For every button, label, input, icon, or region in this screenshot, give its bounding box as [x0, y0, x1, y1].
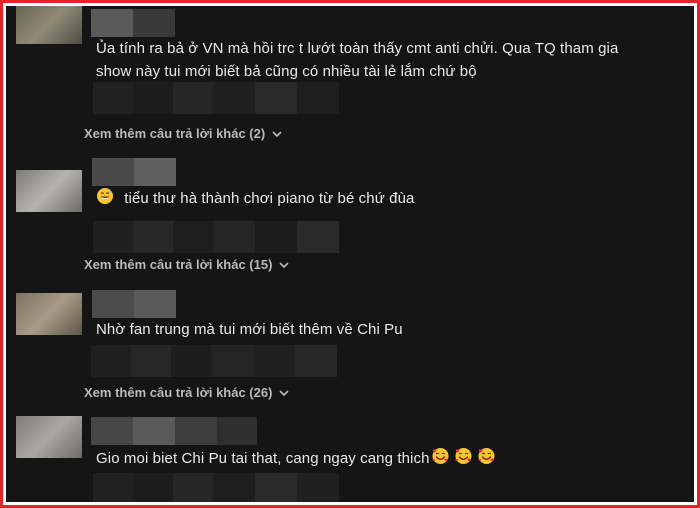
- comment-body: tiểu thư hà thành chơi piano từ bé chứ đ…: [124, 190, 415, 207]
- avatar[interactable]: [16, 293, 82, 335]
- comment-meta-blurred: [93, 221, 339, 253]
- smiling-face-with-hearts-emoji-icon: [477, 448, 495, 464]
- comment-text: Gio moi biet Chi Pu tai that, cang ngay …: [96, 447, 656, 470]
- comment-text: tiểu thư hà thành chơi piano từ bé chứ đ…: [96, 187, 656, 210]
- chevron-down-icon: [280, 390, 289, 396]
- username-blurred[interactable]: [91, 9, 175, 37]
- comment-meta-blurred: [93, 82, 339, 114]
- avatar[interactable]: [16, 170, 82, 212]
- chevron-down-icon: [272, 131, 282, 137]
- smiling-face-with-hearts-emoji-icon: [454, 448, 472, 464]
- comment-text: Nhờ fan trung mà tui mới biết thêm về Ch…: [96, 321, 403, 338]
- more-replies-link[interactable]: Xem thêm câu trả lời khác (26): [84, 385, 290, 400]
- avatar[interactable]: [16, 416, 82, 458]
- comment-thread: Ủa tính ra bả ở VN mà hồi trc t lướt toà…: [6, 6, 694, 502]
- more-replies-label: Xem thêm câu trả lời khác (26): [84, 385, 273, 400]
- username-blurred[interactable]: [91, 417, 257, 445]
- comment-meta-blurred: [93, 473, 339, 502]
- more-replies-label: Xem thêm câu trả lời khác (2): [84, 126, 266, 141]
- screenshot-frame: Ủa tính ra bả ở VN mà hồi trc t lướt toà…: [0, 0, 700, 508]
- comment-text: Ủa tính ra bả ở VN mà hồi trc t lướt toà…: [96, 40, 619, 80]
- avatar[interactable]: [16, 6, 82, 44]
- username-blurred[interactable]: [92, 290, 176, 318]
- comment-meta-blurred: [91, 345, 337, 377]
- smiling-face-with-hearts-emoji-icon: [431, 448, 449, 464]
- grinning-sweat-emoji-icon: [97, 188, 113, 204]
- more-replies-link[interactable]: Xem thêm câu trả lời khác (15): [84, 257, 290, 272]
- more-replies-link[interactable]: Xem thêm câu trả lời khác (2): [84, 126, 283, 141]
- chevron-down-icon: [280, 262, 289, 268]
- comment-body: Gio moi biet Chi Pu tai that, cang ngay …: [96, 450, 430, 467]
- more-replies-label: Xem thêm câu trả lời khác (15): [84, 257, 273, 272]
- username-blurred[interactable]: [92, 158, 176, 186]
